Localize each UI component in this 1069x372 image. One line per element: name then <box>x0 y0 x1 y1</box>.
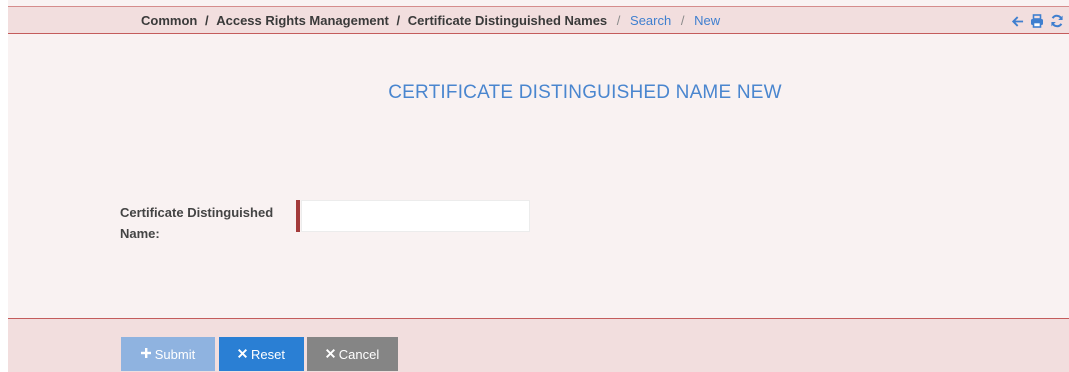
breadcrumb-item-access-rights-management: Access Rights Management <box>216 13 389 28</box>
certificate-distinguished-name-label: Certificate Distinguished Name: <box>120 205 274 241</box>
times-icon <box>325 348 335 360</box>
breadcrumb-link-search[interactable]: Search <box>630 13 671 28</box>
toolbar <box>1009 12 1065 30</box>
breadcrumb: Common / Access Rights Management / Cert… <box>141 13 720 29</box>
cancel-button[interactable]: Cancel <box>307 337 398 371</box>
page-container: Common / Access Rights Management / Cert… <box>8 0 1069 372</box>
print-icon[interactable] <box>1029 13 1045 29</box>
breadcrumb-separator: / <box>616 13 621 28</box>
breadcrumb-item-certificate-distinguished-names: Certificate Distinguished Names <box>407 13 608 28</box>
cancel-button-label: Cancel <box>338 346 380 362</box>
certificate-distinguished-name-input[interactable] <box>301 200 530 232</box>
breadcrumb-item-common: Common <box>141 13 198 28</box>
submit-button[interactable]: Submit <box>121 337 215 371</box>
times-icon <box>238 348 248 360</box>
submit-button-label: Submit <box>154 346 196 362</box>
refresh-icon[interactable] <box>1049 13 1065 29</box>
page-title: CERTIFICATE DISTINGUISHED NAME NEW <box>388 82 782 103</box>
reset-button[interactable]: Reset <box>219 337 304 371</box>
breadcrumb-separator: / <box>680 13 685 28</box>
plus-icon <box>140 348 151 360</box>
reset-button-label: Reset <box>251 346 285 362</box>
arrow-left-icon[interactable] <box>1009 13 1025 29</box>
breadcrumb-separator: / <box>204 13 209 28</box>
form-actions-bar: Submit Reset Cancel <box>8 318 1069 372</box>
header-bar: Common / Access Rights Management / Cert… <box>8 6 1069 34</box>
breadcrumb-link-new[interactable]: New <box>694 13 720 28</box>
required-indicator <box>296 200 300 232</box>
breadcrumb-separator: / <box>396 13 401 28</box>
